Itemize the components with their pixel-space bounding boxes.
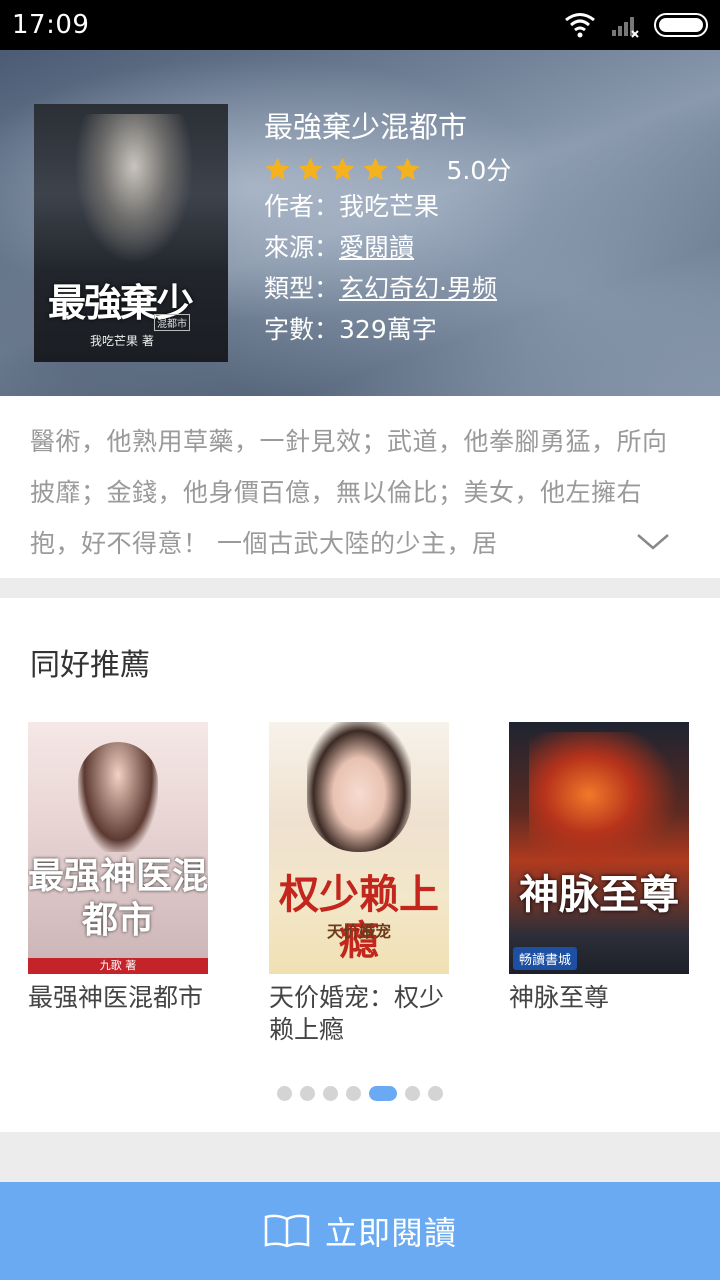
recommendation-card[interactable]: 最强神医混都市 九歌 著 最强神医混都市 <box>28 722 208 1014</box>
synopsis-panel[interactable]: 醫術，他熟用草藥，一針見效；武道，他拳腳勇猛，所向披靡；金錢，他身價百億，無以倫… <box>0 396 720 578</box>
read-now-button[interactable]: 立即閱讀 <box>0 1182 720 1280</box>
recommendation-title[interactable]: 最强神医混都市 <box>28 982 208 1014</box>
recommendation-cover-title: 最强神医混都市 <box>28 855 208 941</box>
cover-figure <box>307 722 411 852</box>
carousel-dot[interactable] <box>300 1086 315 1101</box>
book-info: 最強棄少混都市 5.0分 作者：我吃芒果 來源：愛閱讀 類型：玄幻奇幻·男频 字… <box>264 108 511 350</box>
author-name: 我吃芒果 <box>339 192 440 221</box>
open-book-icon <box>264 1214 310 1248</box>
recommendation-cover-title: 神脉至尊 <box>519 871 679 918</box>
chevron-down-icon[interactable] <box>626 522 680 562</box>
read-now-label: 立即閱讀 <box>324 1214 457 1252</box>
cover-figure <box>78 742 158 852</box>
cover-illustration <box>74 114 194 264</box>
carousel-page-indicator[interactable] <box>0 1086 720 1101</box>
source-link[interactable]: 愛閱讀 <box>339 233 414 262</box>
recommendation-cover[interactable]: 权少赖上瘾 天价婚宠 <box>269 722 449 974</box>
genre-row: 類型：玄幻奇幻·男频 <box>264 268 511 309</box>
source-label: 來源： <box>264 233 340 262</box>
star-icon <box>265 157 290 180</box>
recommendations-section: 同好推薦 最强神医混都市 九歌 著 最强神医混都市 权少赖上瘾 天价婚宠 天价婚… <box>0 598 720 1132</box>
cover-figure <box>529 732 679 872</box>
recommendation-cover[interactable]: 最强神医混都市 九歌 著 <box>28 722 208 974</box>
genre-label: 類型： <box>264 274 340 303</box>
battery-icon <box>654 13 708 37</box>
rating-score: 5.0分 <box>446 156 512 185</box>
carousel-dot[interactable] <box>323 1086 338 1101</box>
status-time: 17:09 <box>12 10 90 40</box>
rating-row: 5.0分 <box>264 152 511 186</box>
book-title: 最強棄少混都市 <box>264 110 468 144</box>
recommendation-cover-subtitle: 天价婚宠 <box>326 922 391 941</box>
recommendation-card[interactable]: 神脉至尊 畅讀書城 神脉至尊 <box>509 722 689 1014</box>
recommendation-cover-badge: 畅讀書城 <box>513 947 578 970</box>
carousel-dot[interactable] <box>277 1086 292 1101</box>
recommendation-title[interactable]: 神脉至尊 <box>509 982 689 1014</box>
recommendation-cover[interactable]: 神脉至尊 畅讀書城 <box>509 722 689 974</box>
star-icon <box>395 157 420 180</box>
recommendations-title: 同好推薦 <box>30 648 150 683</box>
synopsis-text: 醫術，他熟用草藥，一針見效；武道，他拳腳勇猛，所向披靡；金錢，他身價百億，無以倫… <box>30 427 668 558</box>
carousel-dot[interactable] <box>346 1086 361 1101</box>
cover-subtitle: 混都市 <box>154 314 190 331</box>
recommendation-cover-author: 九歌 著 <box>28 958 208 974</box>
carousel-dot[interactable] <box>428 1086 443 1101</box>
recommendation-title[interactable]: 天价婚宠：权少赖上瘾 <box>269 982 449 1046</box>
author-row: 作者：我吃芒果 <box>264 186 511 227</box>
status-icons <box>564 12 708 38</box>
wifi-icon <box>565 13 595 38</box>
carousel-dot[interactable] <box>405 1086 420 1101</box>
recommendation-card[interactable]: 权少赖上瘾 天价婚宠 天价婚宠：权少赖上瘾 <box>269 722 449 1046</box>
word-count-label: 字數： <box>264 315 340 344</box>
status-bar: 17:09 <box>0 0 720 50</box>
cover-author: 我吃芒果 著 <box>90 334 154 348</box>
carousel-dot-active[interactable] <box>369 1086 397 1101</box>
star-icon <box>363 157 387 180</box>
signal-icon <box>612 17 639 38</box>
source-row: 來源：愛閱讀 <box>264 227 511 268</box>
author-label: 作者： <box>264 192 340 221</box>
book-header: 最強棄少 混都市 我吃芒果 著 最強棄少混都市 5.0分 作者：我吃芒果 來源：… <box>0 50 720 396</box>
genre-link[interactable]: 玄幻奇幻·男频 <box>339 274 497 303</box>
word-count: 329萬字 <box>339 315 437 344</box>
star-icon <box>330 157 355 180</box>
star-icon <box>298 157 322 180</box>
book-cover[interactable]: 最強棄少 混都市 我吃芒果 著 <box>34 104 228 362</box>
word-count-row: 字數：329萬字 <box>264 309 511 350</box>
